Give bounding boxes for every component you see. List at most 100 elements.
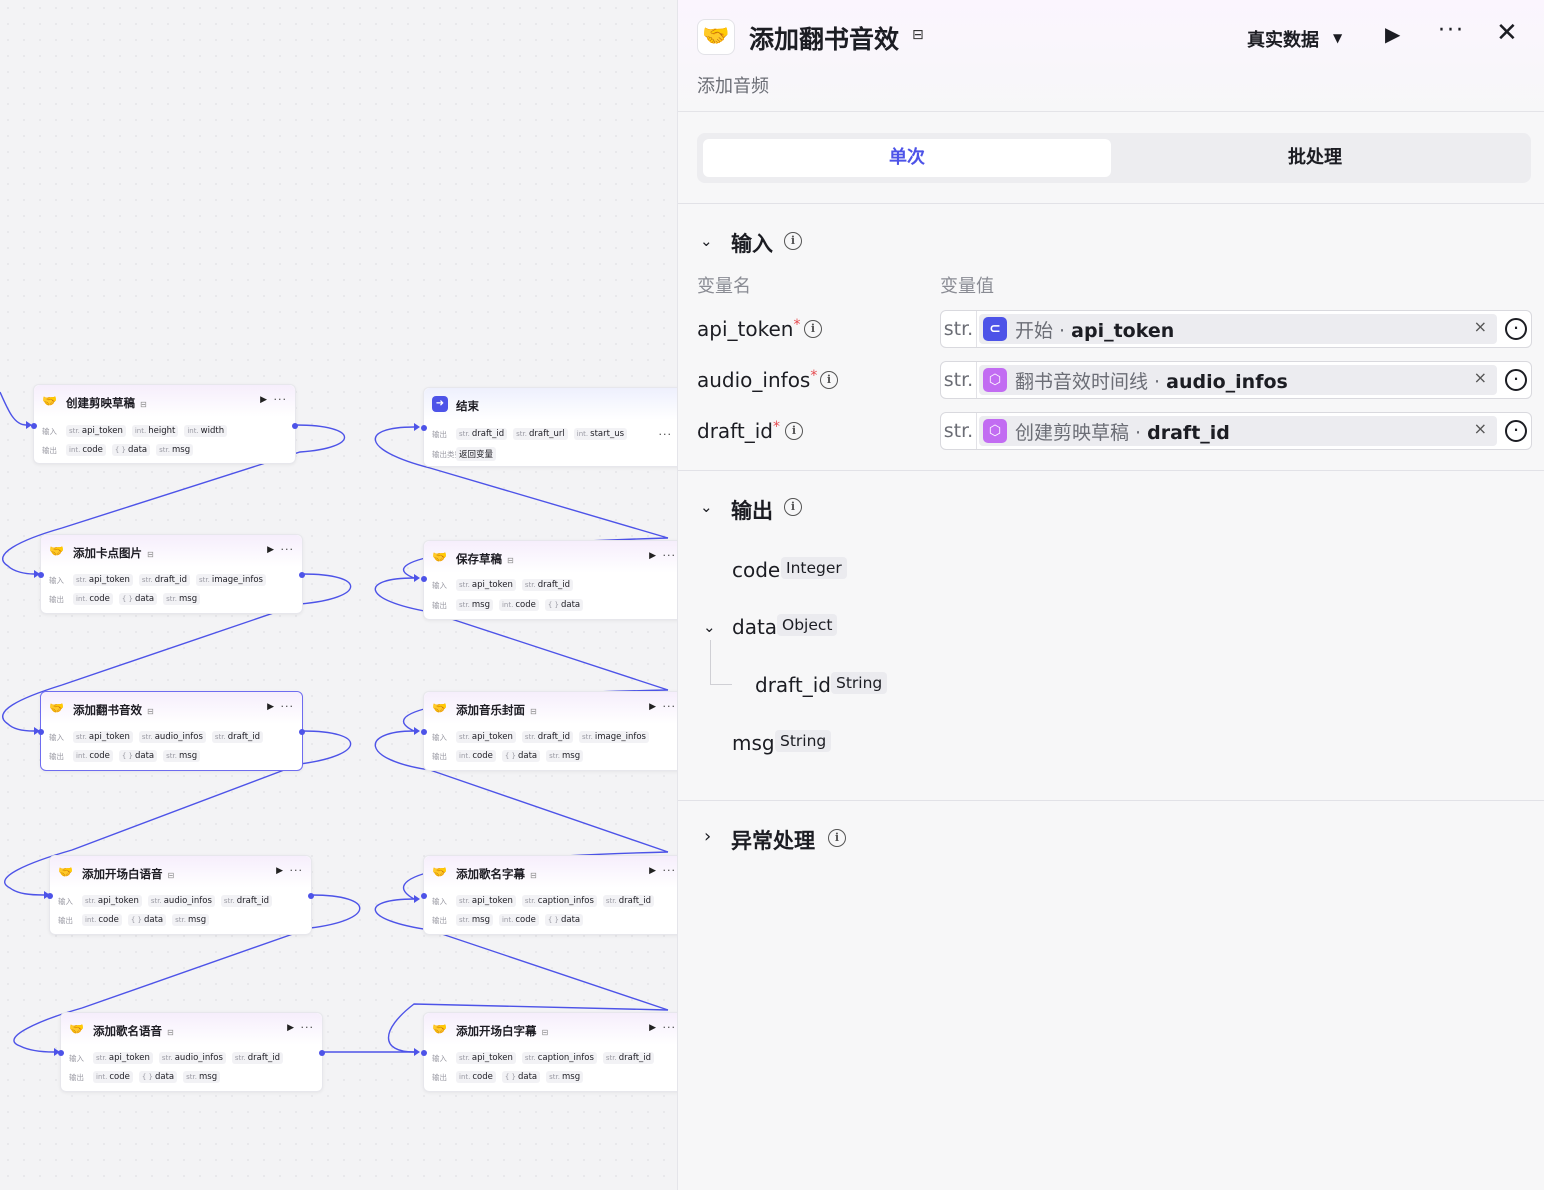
variable-reference-tag[interactable]: ⊂ 开始 · api_token × (979, 314, 1497, 344)
info-icon[interactable]: i (785, 422, 803, 440)
tree-line (710, 640, 711, 684)
node-inputs: 输入 str. api_token str. audio_infos str. draft_… (69, 1052, 284, 1064)
edge (0, 391, 27, 426)
clear-icon[interactable]: × (1474, 317, 1487, 336)
node-more-button[interactable]: ··· (663, 864, 677, 877)
input-port[interactable] (421, 729, 427, 735)
caret-down-icon[interactable]: ▼ (1333, 31, 1342, 45)
input-port[interactable] (47, 893, 53, 899)
handshake-icon: 🤝 (432, 1022, 447, 1036)
info-icon[interactable]: i (804, 320, 822, 338)
input-port[interactable] (421, 425, 427, 431)
input-port[interactable] (38, 572, 44, 578)
chevron-down-icon[interactable]: ⌄ (700, 232, 713, 250)
run-button[interactable]: ▶ (1385, 22, 1400, 46)
output-port[interactable] (299, 729, 305, 735)
node-more-button[interactable]: ··· (274, 393, 288, 406)
run-node-button[interactable]: ▶ (267, 702, 274, 712)
param-chip: str. draft_id (138, 574, 191, 586)
node-more-button[interactable]: ··· (281, 543, 295, 556)
param-chip: int. code (456, 1071, 496, 1083)
plugin-tag-icon[interactable]: ⊟ (912, 27, 924, 43)
input-port[interactable] (38, 729, 44, 735)
info-icon[interactable]: i (784, 498, 802, 516)
info-icon[interactable]: i (828, 829, 846, 847)
workflow-node-add-fanshu-sfx[interactable]: 🤝 添加翻书音效 ⊟ ▶ ··· 输入 str. api_token str. audio… (38, 691, 305, 771)
close-button[interactable]: ✕ (1496, 18, 1518, 48)
input-port[interactable] (421, 576, 427, 582)
node-more-button[interactable]: ··· (663, 1021, 677, 1034)
node-more-button[interactable]: ··· (663, 700, 677, 713)
param-chip: str. draft_id (602, 895, 655, 907)
variable-setting-icon[interactable]: · (1505, 369, 1527, 391)
chevron-right-icon[interactable]: › (704, 826, 711, 847)
workflow-node-add-kadian-image[interactable]: 🤝 添加卡点图片 ⊟ ▶ ··· 输入 str. api_token str. draft… (38, 534, 305, 614)
param-chip: str. msg (456, 599, 493, 611)
run-node-button[interactable]: ▶ (276, 866, 283, 876)
tab-batch[interactable]: 批处理 (1111, 139, 1519, 177)
node-inputs: 输入 str. api_token str. draft_id str. image_inf… (432, 731, 649, 743)
node-more-button[interactable]: ··· (281, 700, 295, 713)
workflow-node-end[interactable]: ➜ 结束 ··· 输出 str. draft_id str. draft_url int.… (421, 387, 677, 467)
input-port[interactable] (31, 423, 37, 429)
workflow-node-add-opening-voice[interactable]: 🤝 添加开场白语音 ⊟ ▶ ··· 输入 str. api_token str. audi… (47, 855, 314, 935)
column-header-value: 变量值 (940, 276, 994, 297)
variable-reference-tag[interactable]: ⬡ 创建剪映草稿 · draft_id × (979, 416, 1497, 446)
param-chip: int. code (73, 593, 113, 605)
output-port[interactable] (308, 893, 314, 899)
run-node-button[interactable]: ▶ (260, 395, 267, 405)
output-port[interactable] (299, 572, 305, 578)
clear-icon[interactable]: × (1474, 419, 1487, 438)
input-port[interactable] (421, 893, 427, 899)
node-more-button[interactable]: ··· (659, 428, 673, 441)
variable-reference-tag[interactable]: ⬡ 翻书音效时间线 · audio_infos × (979, 365, 1497, 395)
more-button[interactable]: ··· (1438, 18, 1465, 43)
input-port[interactable] (421, 1050, 427, 1056)
tab-single[interactable]: 单次 (703, 139, 1111, 177)
param-chip: { } data (544, 599, 584, 611)
workflow-node-create-draft[interactable]: 🤝 创建剪映草稿 ⊟ ▶ ··· 输入 str. api_token int. heigh… (31, 384, 298, 464)
plugin-tag-icon: ⊟ (530, 871, 537, 880)
clear-icon[interactable]: × (1474, 368, 1487, 387)
workflow-node-add-song-voice[interactable]: 🤝 添加歌名语音 ⊟ ▶ ··· 输入 str. api_token str. audio… (58, 1012, 325, 1092)
node-more-button[interactable]: ··· (301, 1021, 315, 1034)
data-mode-select[interactable]: 真实数据 (1247, 26, 1319, 52)
workflow-node-save-draft[interactable]: 🤝 保存草稿 ⊟ ▶ ··· 输入 str. api_token str. draft_i… (421, 540, 677, 620)
edge-arrow (414, 895, 420, 903)
run-node-button[interactable]: ▶ (649, 551, 656, 561)
param-chip: str. draft_id (211, 731, 264, 743)
run-node-button[interactable]: ▶ (649, 1023, 656, 1033)
param-chip: str. draft_id (231, 1052, 284, 1064)
param-chip: str. api_token (456, 1052, 516, 1064)
variable-setting-icon[interactable]: · (1505, 420, 1527, 442)
param-chip: int. code (498, 599, 539, 611)
chevron-down-icon[interactable]: ⌄ (700, 498, 713, 516)
node-more-button[interactable]: ··· (663, 549, 677, 562)
output-var-type: Integer (781, 557, 847, 579)
param-chip: str. image_infos (579, 731, 649, 743)
info-icon[interactable]: i (820, 371, 838, 389)
output-port[interactable] (292, 423, 298, 429)
info-icon[interactable]: i (784, 232, 802, 250)
node-more-button[interactable]: ··· (290, 864, 304, 877)
run-node-button[interactable]: ▶ (649, 702, 656, 712)
input-var-value[interactable]: str. ⬡ 翻书音效时间线 · audio_infos × · (940, 361, 1532, 399)
handshake-icon: 🤝 (432, 550, 447, 564)
workflow-node-add-music-cover[interactable]: 🤝 添加音乐封面 ⊟ ▶ ··· 输入 str. api_token str. draft… (421, 691, 677, 771)
input-var-value[interactable]: str. ⬡ 创建剪映草稿 · draft_id × · (940, 412, 1532, 450)
run-node-button[interactable]: ▶ (287, 1023, 294, 1033)
workflow-canvas[interactable]: 🤝 创建剪映草稿 ⊟ ▶ ··· 输入 str. api_token int. heigh… (0, 0, 677, 1190)
run-node-button[interactable]: ▶ (267, 545, 274, 555)
input-port[interactable] (58, 1050, 64, 1056)
workflow-node-add-opening-caption[interactable]: 🤝 添加开场白字幕 ⊟ ▶ ··· 输入 str. api_token str. capt… (421, 1012, 677, 1092)
node-outputs: 输出 int. code { } data str. msg (69, 1071, 221, 1083)
variable-setting-icon[interactable]: · (1505, 318, 1527, 340)
panel-subtitle[interactable]: 添加音频 (697, 72, 769, 98)
output-port[interactable] (319, 1050, 325, 1056)
run-node-button[interactable]: ▶ (649, 866, 656, 876)
panel-title[interactable]: 添加翻书音效 (749, 20, 899, 56)
chevron-down-icon[interactable]: ⌄ (703, 618, 716, 636)
input-var-value[interactable]: str. ⊂ 开始 · api_token × · (940, 310, 1532, 348)
type-label: str. (941, 413, 977, 449)
workflow-node-add-song-caption[interactable]: 🤝 添加歌名字幕 ⊟ ▶ ··· 输入 str. api_token str. capti… (421, 855, 677, 935)
